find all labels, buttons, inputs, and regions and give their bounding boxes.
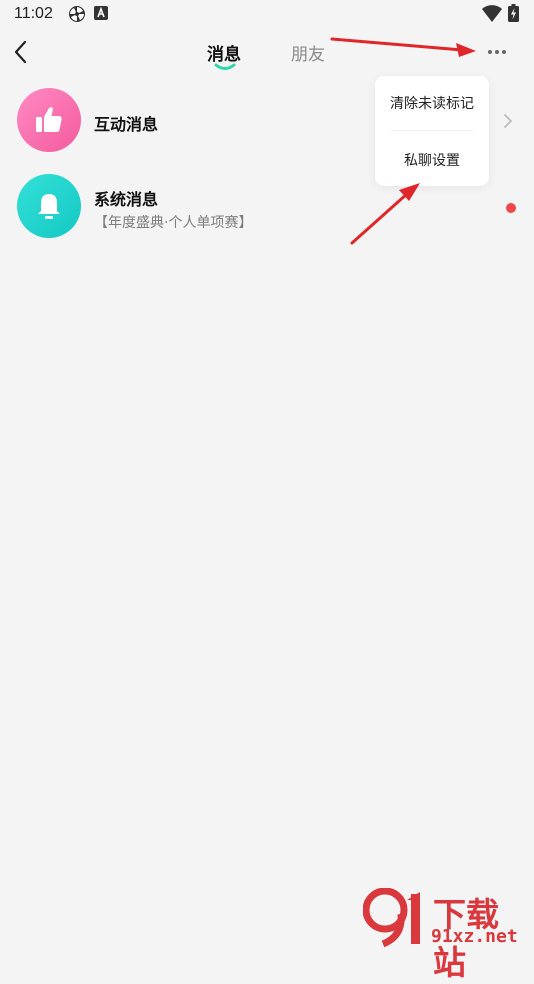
battery-charging-icon (508, 4, 519, 22)
watermark-url: 91xz.net (431, 926, 518, 947)
conversation-title: 互动消息 (94, 115, 159, 134)
chevron-right-icon (504, 114, 512, 128)
unread-dot (506, 203, 516, 213)
menu-item-clear-unread[interactable]: 清除未读标记 (375, 93, 489, 113)
tab-friends[interactable]: 朋友 (291, 40, 325, 65)
tab-messages[interactable]: 消息 (207, 40, 241, 65)
back-arrow-icon[interactable] (8, 38, 36, 66)
active-tab-indicator (214, 63, 236, 70)
thumbs-up-icon (36, 107, 62, 132)
more-options-menu: 清除未读标记 私聊设置 (375, 76, 489, 186)
status-time: 11:02 (14, 5, 53, 22)
system-avatar (17, 174, 81, 238)
menu-divider (391, 130, 473, 131)
status-bar: 11:02 (0, 0, 534, 28)
interactions-avatar (17, 88, 81, 152)
bell-icon (38, 194, 60, 219)
menu-item-private-chat-settings[interactable]: 私聊设置 (375, 150, 489, 170)
watermark-logo (363, 888, 420, 948)
wifi-icon (482, 5, 502, 22)
top-nav: 消息 朋友 (0, 28, 534, 76)
more-options-icon[interactable] (484, 40, 510, 64)
conversation-preview: 【年度盛典·个人单项赛】 (94, 215, 253, 231)
pinwheel-icon (69, 6, 85, 22)
conversation-title: 系统消息 (94, 190, 159, 209)
a-badge-icon (94, 6, 108, 20)
watermark: 下载站 91xz.net (363, 888, 531, 982)
